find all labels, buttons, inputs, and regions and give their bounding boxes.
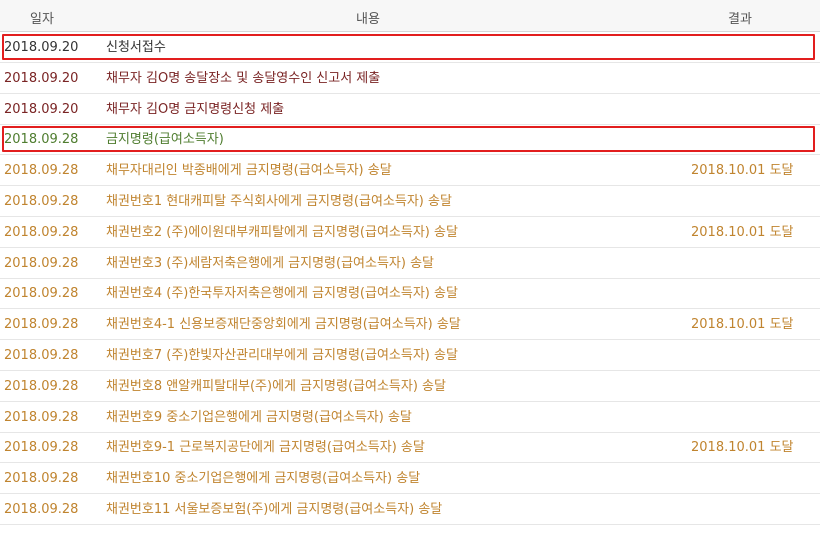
row-content: 채권번호4-1 신용보증재단중앙회에게 금지명령(급여소득자) 송달 <box>106 317 461 332</box>
row-content: 채권번호2 (주)에이원대부캐피탈에게 금지명령(급여소득자) 송달 <box>106 225 458 240</box>
row-date: 2018.09.28 <box>4 317 79 332</box>
row-content: 금지명령(급여소득자) <box>106 132 224 147</box>
row-date: 2018.09.28 <box>4 410 79 425</box>
row-date: 2018.09.20 <box>4 40 79 55</box>
table-row[interactable]: 2018.09.28 금지명령(급여소득자) <box>0 124 820 155</box>
row-date: 2018.09.28 <box>4 502 79 517</box>
header-date: 일자 <box>30 12 54 27</box>
row-date: 2018.09.28 <box>4 256 79 271</box>
table-row[interactable]: 2018.09.20 채무자 김O명 금지명령신청 제출 <box>0 94 820 125</box>
table-row[interactable]: 2018.09.28 채권번호8 앤알캐피탈대부(주)에게 금지명령(급여소득자)… <box>0 371 820 402</box>
row-date: 2018.09.20 <box>4 102 79 117</box>
row-content: 채권번호1 현대캐피탈 주식회사에게 금지명령(급여소득자) 송달 <box>106 194 452 209</box>
row-date: 2018.09.28 <box>4 379 79 394</box>
row-result: 2018.10.01 도달 <box>691 317 794 332</box>
row-date: 2018.09.20 <box>4 71 79 86</box>
table-row[interactable]: 2018.09.28 채권번호11 서울보증보험(주)에게 금지명령(급여소득자)… <box>0 494 820 525</box>
table-row[interactable]: 2018.09.28 채권번호3 (주)세람저축은행에게 금지명령(급여소득자) … <box>0 248 820 279</box>
row-date: 2018.09.28 <box>4 225 79 240</box>
row-result: 2018.10.01 도달 <box>691 163 794 178</box>
row-content: 채권번호11 서울보증보험(주)에게 금지명령(급여소득자) 송달 <box>106 502 443 517</box>
row-content: 채무자 김O명 송달장소 및 송달영수인 신고서 제출 <box>106 71 381 86</box>
row-content: 채권번호9-1 근로복지공단에게 금지명령(급여소득자) 송달 <box>106 440 425 455</box>
row-date: 2018.09.28 <box>4 440 79 455</box>
header-result: 결과 <box>728 12 752 27</box>
row-date: 2018.09.28 <box>4 194 79 209</box>
table-row[interactable]: 2018.09.28 채권번호9-1 근로복지공단에게 금지명령(급여소득자) 송… <box>0 432 820 463</box>
row-content: 채무자대리인 박종배에게 금지명령(급여소득자) 송달 <box>106 163 392 178</box>
row-date: 2018.09.28 <box>4 132 79 147</box>
row-date: 2018.09.28 <box>4 348 79 363</box>
table-row[interactable]: 2018.09.28 채권번호4 (주)한국투자저축은행에게 금지명령(급여소득자… <box>0 278 820 309</box>
row-content: 채권번호10 중소기업은행에게 금지명령(급여소득자) 송달 <box>106 471 421 486</box>
table-row[interactable]: 2018.09.28 채권번호7 (주)한빛자산관리대부에게 금지명령(급여소득자… <box>0 340 820 371</box>
row-content: 채권번호9 중소기업은행에게 금지명령(급여소득자) 송달 <box>106 410 412 425</box>
table-row[interactable]: 2018.09.28 채무자대리인 박종배에게 금지명령(급여소득자) 송달 201… <box>0 155 820 186</box>
table-row[interactable]: 2018.09.28 채권번호9 중소기업은행에게 금지명령(급여소득자) 송달 <box>0 402 820 433</box>
table-row[interactable]: 2018.09.20 채무자 김O명 송달장소 및 송달영수인 신고서 제출 <box>0 63 820 94</box>
row-result: 2018.10.01 도달 <box>691 225 794 240</box>
table-header: 일자 내용 결과 <box>0 0 820 32</box>
row-content: 채무자 김O명 금지명령신청 제출 <box>106 102 285 117</box>
row-content: 채권번호4 (주)한국투자저축은행에게 금지명령(급여소득자) 송달 <box>106 286 458 301</box>
row-content: 신청서접수 <box>106 40 166 55</box>
row-content: 채권번호8 앤알캐피탈대부(주)에게 금지명령(급여소득자) 송달 <box>106 379 446 394</box>
table-row[interactable]: 2018.09.28 채권번호1 현대캐피탈 주식회사에게 금지명령(급여소득자)… <box>0 186 820 217</box>
table-row[interactable]: 2018.09.28 채권번호2 (주)에이원대부캐피탈에게 금지명령(급여소득자… <box>0 217 820 248</box>
table-row[interactable]: 2018.09.20 신청서접수 <box>0 32 820 63</box>
row-content: 채권번호3 (주)세람저축은행에게 금지명령(급여소득자) 송달 <box>106 256 434 271</box>
table-row[interactable]: 2018.09.28 채권번호10 중소기업은행에게 금지명령(급여소득자) 송달 <box>0 463 820 494</box>
row-date: 2018.09.28 <box>4 286 79 301</box>
row-date: 2018.09.28 <box>4 471 79 486</box>
row-content: 채권번호7 (주)한빛자산관리대부에게 금지명령(급여소득자) 송달 <box>106 348 458 363</box>
table-row[interactable]: 2018.09.28 채권번호4-1 신용보증재단중앙회에게 금지명령(급여소득자… <box>0 309 820 340</box>
row-date: 2018.09.28 <box>4 163 79 178</box>
row-result: 2018.10.01 도달 <box>691 440 794 455</box>
header-content: 내용 <box>356 12 380 27</box>
